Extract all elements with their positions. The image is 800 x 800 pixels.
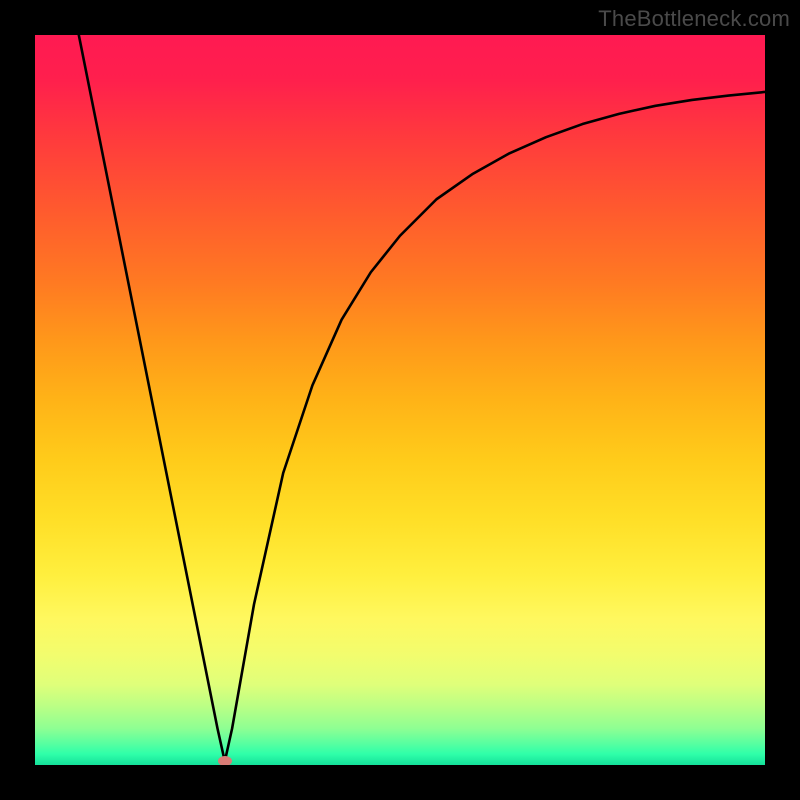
- chart-frame: TheBottleneck.com: [0, 0, 800, 800]
- bottleneck-curve: [35, 35, 765, 765]
- watermark-label: TheBottleneck.com: [598, 6, 790, 32]
- plot-area: [35, 35, 765, 765]
- optimal-point-marker: [218, 756, 232, 765]
